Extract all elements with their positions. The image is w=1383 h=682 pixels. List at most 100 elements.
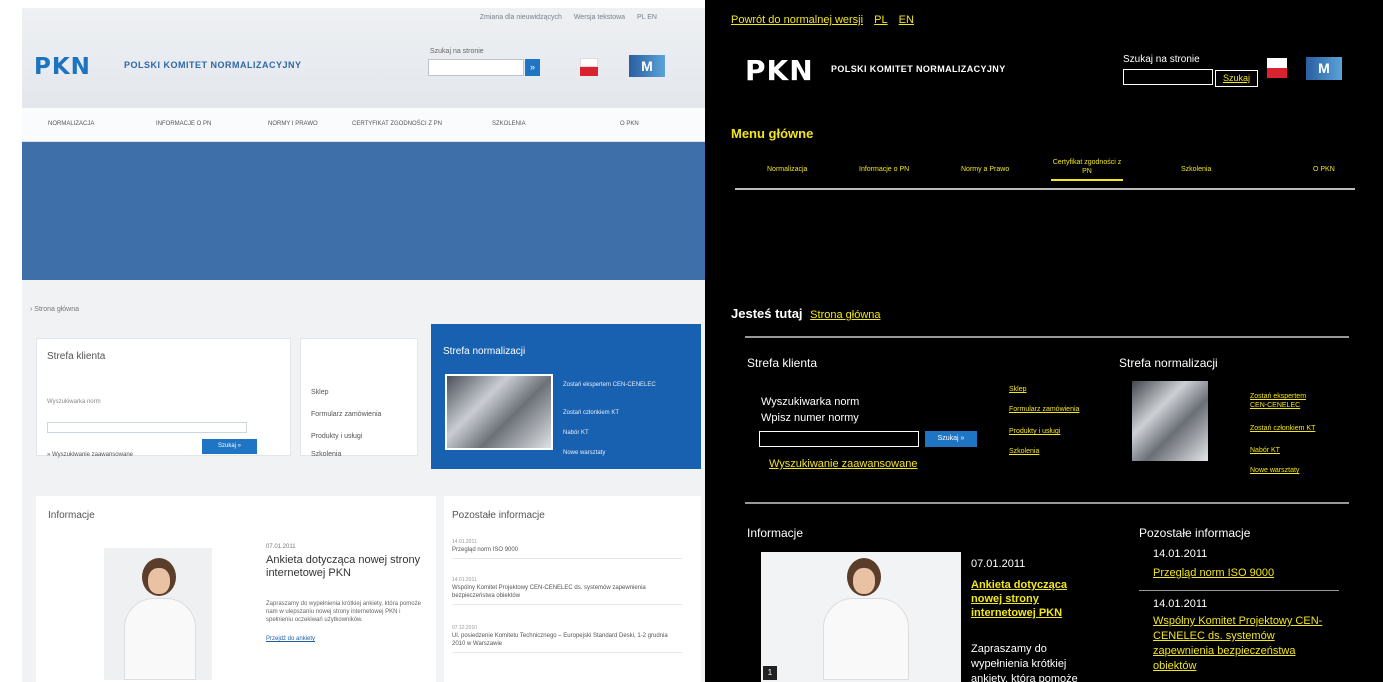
news-excerpt: Zapraszamy do wypełnienia krótkiej ankie…	[266, 601, 421, 623]
normal-version-pane: Zmiana dla nieuwidzących Wersja tekstowa…	[22, 8, 705, 682]
breadcrumb: Jesteś tutaj Strona główna	[731, 306, 881, 321]
other-news-link[interactable]: Przegląd norm ISO 9000	[1153, 566, 1333, 581]
standardization-zone-title: Strefa normalizacji	[1119, 356, 1218, 370]
nav-item-normy-prawo[interactable]: NORMY I PRAWO	[268, 121, 318, 127]
nav-item-informacje[interactable]: Informacje o PN	[859, 166, 909, 173]
crowd-photo	[1132, 381, 1208, 461]
client-zone-panel: Strefa klienta Wyszukiwarka norm Szukaj …	[36, 338, 291, 458]
client-zone-title: Strefa klienta	[47, 351, 106, 362]
list-item[interactable]: 14.01.2011 Wspólny Komitet Projektowy CEN…	[452, 576, 682, 605]
norm-link[interactable]: Zostań ekspertem CEN-CENELEC	[1250, 392, 1320, 410]
nav-item-certyfikat[interactable]: CERTYFIKAT ZGODNOŚCI Z PN	[352, 121, 442, 127]
norm-search-label: Wyszukiwarka norm	[47, 399, 101, 405]
advanced-search-link[interactable]: » Wyszukiwanie zaawansowane	[47, 452, 133, 458]
divider	[745, 502, 1349, 504]
norm-search-button[interactable]: Szukaj »	[202, 439, 257, 454]
norm-search-input[interactable]	[759, 431, 919, 447]
nav-item-o-pkn[interactable]: O PKN	[620, 121, 639, 127]
other-news-link[interactable]: Wspólny Komitet Projektowy CEN-CENELEC d…	[1153, 614, 1333, 674]
news-more-link[interactable]: Przejdź do ankiety	[266, 636, 315, 642]
polish-flag-icon[interactable]	[580, 58, 598, 76]
other-news-date: 14.01.2011	[1153, 598, 1208, 610]
norm-link[interactable]: Zostań ekspertem CEN-CENELEC	[563, 382, 656, 388]
search-input[interactable]	[1123, 69, 1213, 85]
norm-link[interactable]: Zostań członkiem KT	[563, 410, 619, 416]
ministry-logo[interactable]: M	[629, 55, 665, 77]
nav-item-szkolenia[interactable]: SZKOLENIA	[492, 121, 526, 127]
link-szkolenia[interactable]: Szkolenia	[1009, 448, 1039, 455]
link-szkolenia[interactable]: Szkolenia	[311, 451, 341, 458]
norm-link[interactable]: Nowe warsztaty	[1250, 466, 1299, 475]
standardization-zone-panel: Strefa normalizacji Zostań ekspertem CEN…	[431, 324, 701, 469]
search-label: Szukaj na stronie	[1123, 54, 1200, 65]
link-formularz[interactable]: Formularz zamówienia	[1009, 406, 1079, 413]
link-sklep[interactable]: Sklep	[311, 389, 329, 396]
norm-link[interactable]: Nabór KT	[563, 430, 589, 436]
other-news-title: Pozostałe informacje	[452, 510, 545, 521]
news-headline[interactable]: Ankieta dotycząca nowej strony interneto…	[971, 578, 1101, 620]
pkn-logo[interactable]: PKN	[34, 54, 91, 80]
advanced-search-link[interactable]: Wyszukiwanie zaawansowane	[769, 458, 917, 470]
norm-search-button[interactable]: Szukaj »	[925, 431, 977, 447]
other-news-title: Pozostałe informacje	[1139, 526, 1251, 540]
nav-item-szkolenia[interactable]: Szkolenia	[1181, 166, 1211, 173]
search-button[interactable]: »	[525, 59, 540, 76]
norm-link[interactable]: Nabór KT	[1250, 446, 1280, 455]
link-formularz[interactable]: Formularz zamówienia	[311, 411, 381, 418]
top-links: Powrót do normalnej wersji PL EN	[731, 14, 922, 26]
lang-en-link[interactable]: EN	[899, 14, 914, 26]
text-version-link[interactable]: Wersja tekstowa	[574, 14, 625, 21]
norm-link[interactable]: Nowe warsztaty	[563, 450, 605, 456]
nav-item-normalizacja[interactable]: Normalizacja	[767, 166, 807, 173]
news-panel: Informacje 07.01.2011 Ankieta dotycząca …	[36, 496, 436, 682]
standardization-zone-title: Strefa normalizacji	[443, 346, 526, 357]
nav-item-certyfikat[interactable]: Certyfikat zgodności z PN	[1051, 158, 1123, 181]
breadcrumb-label: Jesteś tutaj	[731, 306, 803, 321]
breadcrumb-home-link[interactable]: Strona główna	[810, 309, 880, 321]
news-title: Informacje	[747, 526, 804, 540]
link-produkty[interactable]: Produkty i usługi	[311, 433, 362, 440]
quick-links: Sklep Formularz zamówienia Produkty i us…	[300, 338, 418, 458]
screenshot-frame: Zmiana dla nieuwidzących Wersja tekstowa…	[0, 0, 1383, 682]
client-zone-title: Strefa klienta	[747, 356, 818, 370]
norm-link[interactable]: Zostań członkiem KT	[1250, 424, 1315, 433]
main-nav: NORMALIZACJA INFORMACJE O PN NORMY I PRA…	[22, 108, 705, 142]
nav-item-normy-prawo[interactable]: Normy a Prawo	[961, 166, 1009, 173]
contrast-link[interactable]: Zmiana dla nieuwidzących	[480, 14, 562, 21]
normal-version-link[interactable]: Powrót do normalnej wersji	[731, 14, 863, 26]
header: Zmiana dla nieuwidzących Wersja tekstowa…	[22, 8, 705, 108]
news-photo	[104, 548, 212, 680]
divider	[745, 336, 1349, 338]
high-contrast-pane: Powrót do normalnej wersji PL EN PKN POL…	[705, 0, 1383, 682]
news-date: 07.01.2011	[971, 558, 1026, 570]
ministry-logo[interactable]: M	[1306, 57, 1342, 80]
search-label: Szukaj na stronie	[430, 48, 484, 55]
top-links: Zmiana dla nieuwidzących Wersja tekstowa…	[470, 14, 657, 21]
nav-item-o-pkn[interactable]: O PKN	[1313, 166, 1335, 173]
list-item[interactable]: 07.12.2010 Ul. posiedzenie Komitetu Techn…	[452, 624, 682, 653]
search-button[interactable]: Szukaj	[1215, 70, 1258, 87]
news-photo: 1	[761, 552, 961, 682]
list-item[interactable]: 14.01.2011 Przegląd norm ISO 9000	[452, 538, 682, 559]
org-name: POLSKI KOMITET NORMALIZACYJNY	[124, 60, 302, 70]
nav-item-normalizacja[interactable]: NORMALIZACJA	[48, 121, 94, 127]
nav-item-informacje[interactable]: INFORMACJE O PN	[156, 121, 211, 127]
polish-flag-icon[interactable]	[1267, 58, 1287, 78]
hero-banner	[22, 142, 705, 280]
other-news-panel: Pozostałe informacje 14.01.2011 Przegląd …	[444, 496, 701, 682]
norm-number-label: Wpisz numer normy	[761, 412, 859, 424]
news-excerpt: Zapraszamy do wypełnienia krótkiej ankie…	[971, 643, 1078, 682]
news-headline[interactable]: Ankieta dotycząca nowej strony interneto…	[266, 554, 426, 580]
main-menu-title: Menu główne	[731, 126, 814, 141]
slide-number-badge[interactable]: 1	[763, 666, 777, 680]
breadcrumb[interactable]: › Strona główna	[30, 306, 79, 313]
pkn-logo[interactable]: PKN	[745, 54, 814, 87]
link-sklep[interactable]: Sklep	[1009, 386, 1027, 393]
lang-pl-link[interactable]: PL	[874, 14, 887, 26]
main-nav: Normalizacja Informacje o PN Normy a Pra…	[735, 154, 1355, 190]
norm-search-input[interactable]	[47, 422, 247, 433]
news-title: Informacje	[48, 510, 95, 521]
language-links[interactable]: PL EN	[637, 14, 657, 21]
link-produkty[interactable]: Produkty i usługi	[1009, 428, 1060, 435]
search-input[interactable]	[428, 59, 524, 76]
